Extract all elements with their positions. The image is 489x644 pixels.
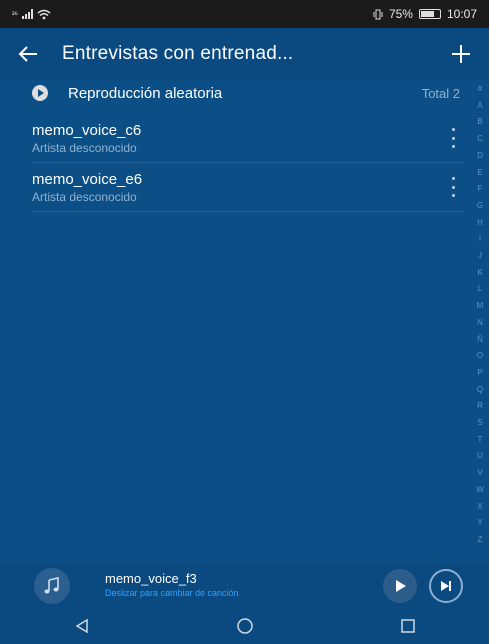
vibrate-icon bbox=[373, 9, 383, 19]
song-list: memo_voice_c6 Artista desconocido memo_v… bbox=[32, 114, 464, 212]
index-letter[interactable]: M bbox=[477, 301, 484, 310]
index-letter[interactable]: O bbox=[477, 351, 483, 360]
system-nav-bar bbox=[0, 608, 489, 644]
index-letter[interactable]: # bbox=[478, 84, 482, 93]
song-title: memo_voice_c6 bbox=[32, 122, 142, 139]
battery-icon bbox=[418, 9, 441, 19]
now-playing-title: memo_voice_f3 bbox=[105, 571, 197, 586]
skip-next-icon bbox=[441, 581, 451, 591]
status-left: ²⁶ bbox=[12, 9, 51, 20]
signal-icon bbox=[21, 9, 33, 19]
index-letter[interactable]: C bbox=[477, 134, 483, 143]
album-art[interactable] bbox=[34, 568, 70, 604]
next-button[interactable] bbox=[429, 569, 463, 603]
status-bar: ²⁶ 75% 10:07 bbox=[0, 0, 489, 28]
list-item[interactable]: memo_voice_e6 Artista desconocido bbox=[32, 163, 464, 212]
index-letter[interactable]: Y bbox=[477, 518, 482, 527]
nav-back-button[interactable] bbox=[68, 612, 96, 640]
nav-home-button[interactable] bbox=[231, 612, 259, 640]
index-letter[interactable]: Q bbox=[477, 385, 483, 394]
play-button[interactable] bbox=[383, 569, 417, 603]
plus-icon bbox=[452, 45, 470, 63]
index-letter[interactable]: S bbox=[477, 418, 482, 427]
status-right: 75% 10:07 bbox=[373, 7, 477, 21]
index-letter[interactable]: F bbox=[478, 184, 483, 193]
index-letter[interactable]: D bbox=[477, 151, 483, 160]
index-letter[interactable]: E bbox=[477, 168, 482, 177]
more-options-icon[interactable] bbox=[450, 128, 456, 148]
clock: 10:07 bbox=[446, 7, 477, 21]
index-letter[interactable]: I bbox=[479, 234, 481, 243]
index-letter[interactable]: U bbox=[477, 451, 483, 460]
shuffle-label: Reproducción aleatoria bbox=[68, 84, 223, 102]
music-note-icon bbox=[44, 577, 59, 594]
wifi-icon bbox=[37, 9, 51, 19]
index-letter[interactable]: N bbox=[477, 318, 483, 327]
song-artist: Artista desconocido bbox=[32, 190, 137, 204]
index-letter[interactable]: W bbox=[476, 485, 484, 494]
triangle-back-icon bbox=[75, 618, 88, 634]
index-letter[interactable]: H bbox=[477, 218, 483, 227]
app-bar: Entrevistas con entrenad... bbox=[0, 28, 489, 80]
index-letter[interactable]: Z bbox=[478, 535, 483, 544]
arrow-left-icon bbox=[18, 46, 37, 62]
network-type-label: ²⁶ bbox=[12, 9, 18, 19]
shuffle-play-row[interactable]: Reproducción aleatoria Total 2 bbox=[0, 80, 470, 106]
page-title: Entrevistas con entrenad... bbox=[62, 43, 294, 64]
index-letter[interactable]: X bbox=[477, 502, 482, 511]
shuffle-play-icon bbox=[32, 85, 48, 101]
song-artist: Artista desconocido bbox=[32, 141, 137, 155]
more-options-icon[interactable] bbox=[450, 177, 456, 197]
mini-player[interactable]: memo_voice_f3 Deslizar para cambiar de c… bbox=[0, 562, 489, 608]
battery-fill bbox=[420, 11, 434, 17]
index-letter[interactable]: B bbox=[477, 117, 482, 126]
play-icon bbox=[396, 580, 406, 592]
index-letter[interactable]: K bbox=[477, 268, 482, 277]
alphabet-index[interactable]: # A B C D E F G H I J K L M N Ñ O P Q R S T U V W X Y Z bbox=[473, 84, 487, 544]
index-letter[interactable]: G bbox=[477, 201, 483, 210]
square-recents-icon bbox=[400, 619, 415, 633]
circle-home-icon bbox=[236, 618, 253, 634]
index-letter[interactable]: L bbox=[478, 284, 482, 293]
total-count: Total 2 bbox=[421, 85, 460, 101]
index-letter[interactable]: A bbox=[477, 101, 482, 110]
index-letter[interactable]: R bbox=[477, 401, 483, 410]
song-title: memo_voice_e6 bbox=[32, 171, 143, 188]
index-letter[interactable]: J bbox=[478, 251, 482, 260]
battery-percent: 75% bbox=[388, 7, 413, 21]
list-item[interactable]: memo_voice_c6 Artista desconocido bbox=[32, 114, 464, 163]
nav-recents-button[interactable] bbox=[394, 612, 422, 640]
index-letter[interactable]: V bbox=[477, 468, 482, 477]
index-letter[interactable]: P bbox=[477, 368, 482, 377]
index-letter[interactable]: Ñ bbox=[477, 335, 483, 344]
back-button[interactable] bbox=[14, 40, 42, 68]
index-letter[interactable]: T bbox=[478, 435, 483, 444]
now-playing-hint: Deslizar para cambiar de canción bbox=[105, 588, 239, 598]
add-button[interactable] bbox=[447, 40, 475, 68]
